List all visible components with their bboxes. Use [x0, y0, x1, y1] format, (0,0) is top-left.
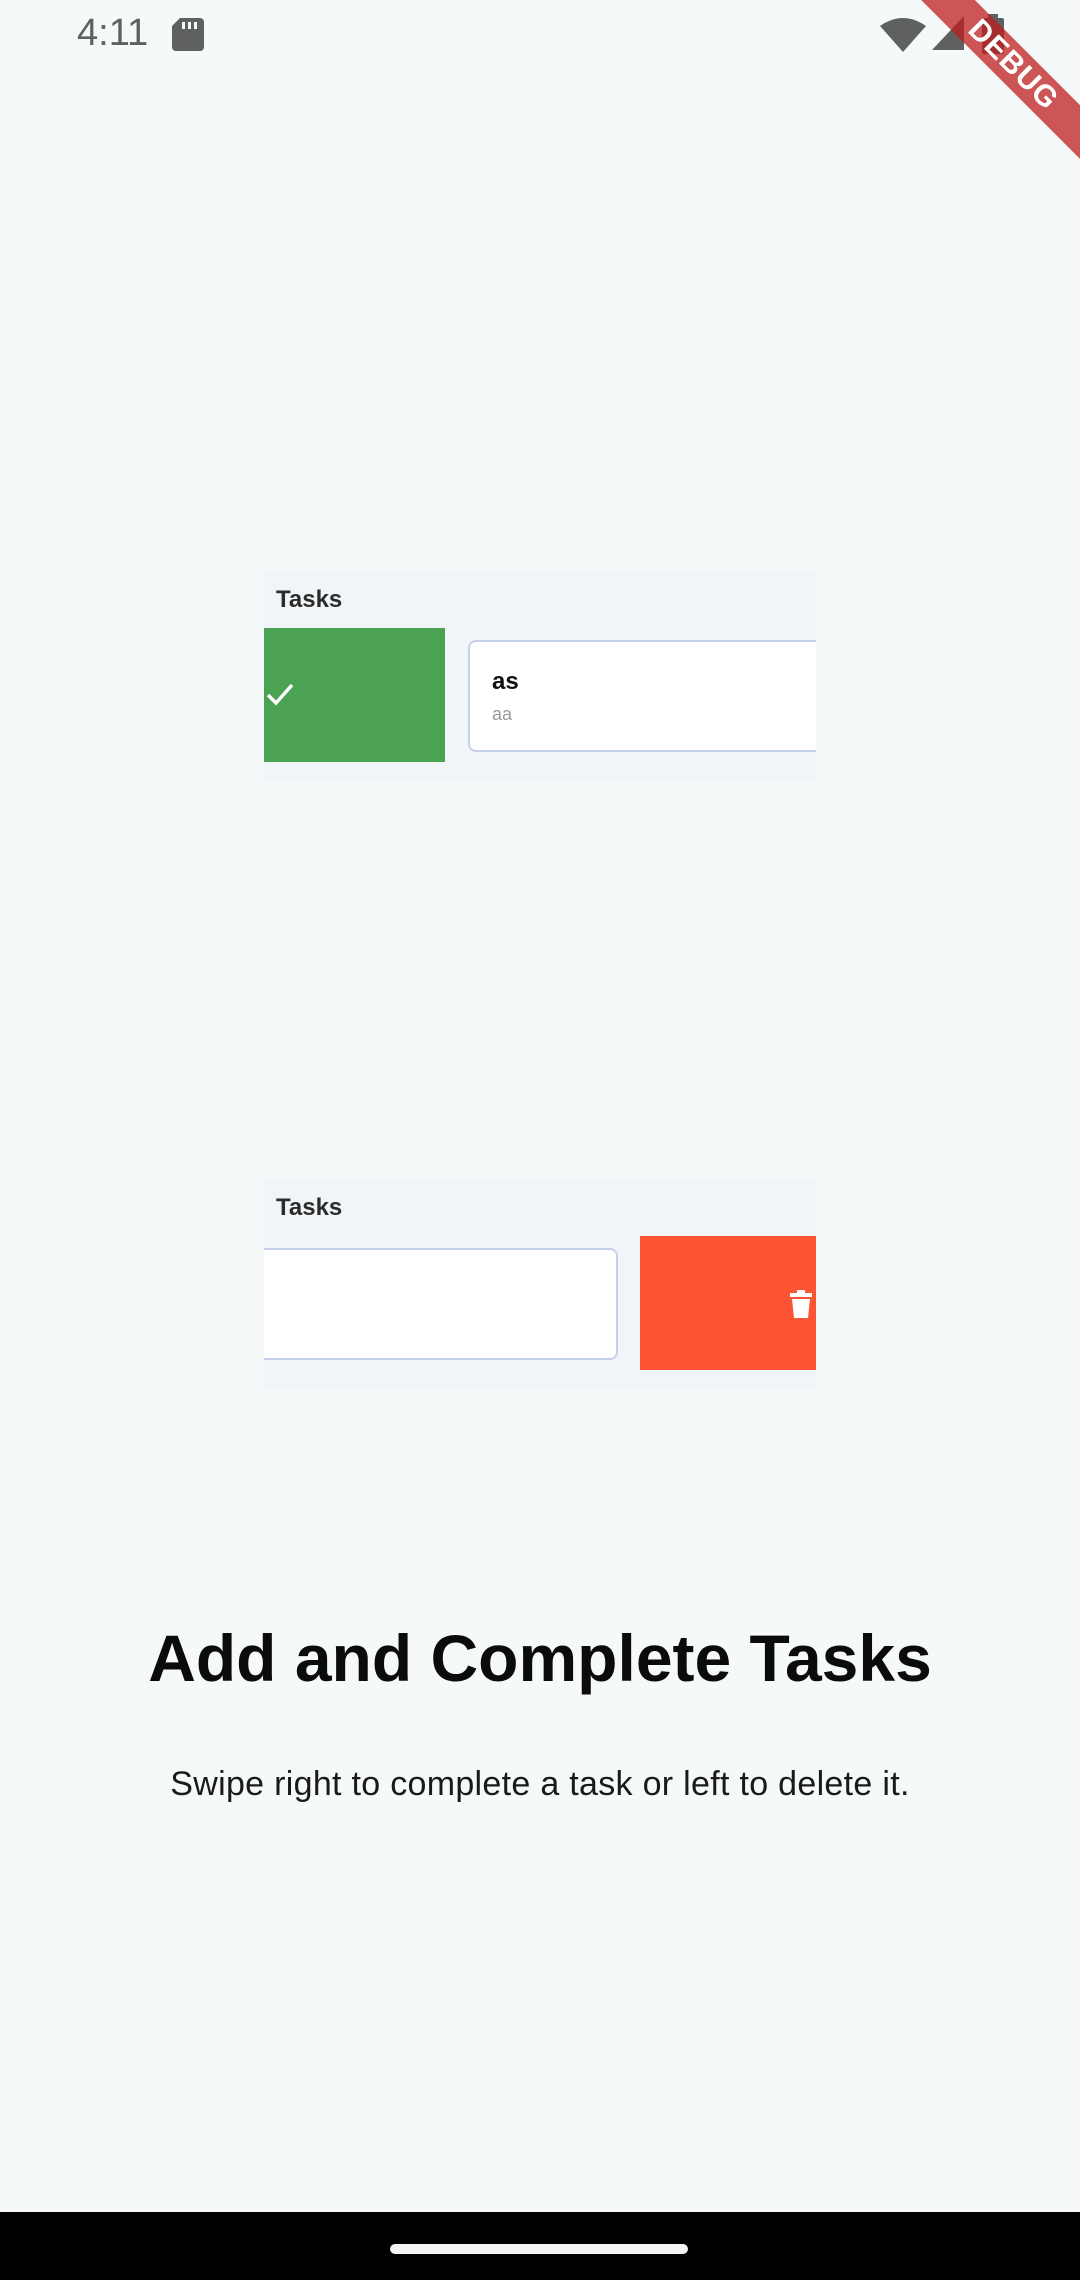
check-icon [266, 683, 294, 706]
onboarding-description: Swipe right to complete a task or left t… [170, 1765, 910, 1803]
swipe-complete-illustration: Tasks as aa [264, 570, 816, 782]
swipe-delete-illustration: Tasks [264, 1178, 816, 1390]
illustration-header: Tasks [276, 586, 343, 613]
status-time: 4:11 [77, 12, 149, 54]
status-bar: 4:11 [0, 0, 1080, 70]
task-description: aa [492, 704, 513, 724]
trash-icon [790, 1290, 812, 1318]
home-gesture-handle[interactable] [390, 2244, 688, 2254]
complete-action-background [264, 628, 445, 762]
task-card [264, 1248, 618, 1360]
illustration-header: Tasks [276, 1194, 343, 1221]
sd-card-icon [172, 18, 204, 51]
wifi-icon [880, 18, 926, 52]
onboarding-title: Add and Complete Tasks [148, 1621, 932, 1695]
navigation-bar [0, 2212, 1080, 2280]
task-card: as aa [468, 640, 816, 752]
task-title: as [492, 668, 519, 695]
